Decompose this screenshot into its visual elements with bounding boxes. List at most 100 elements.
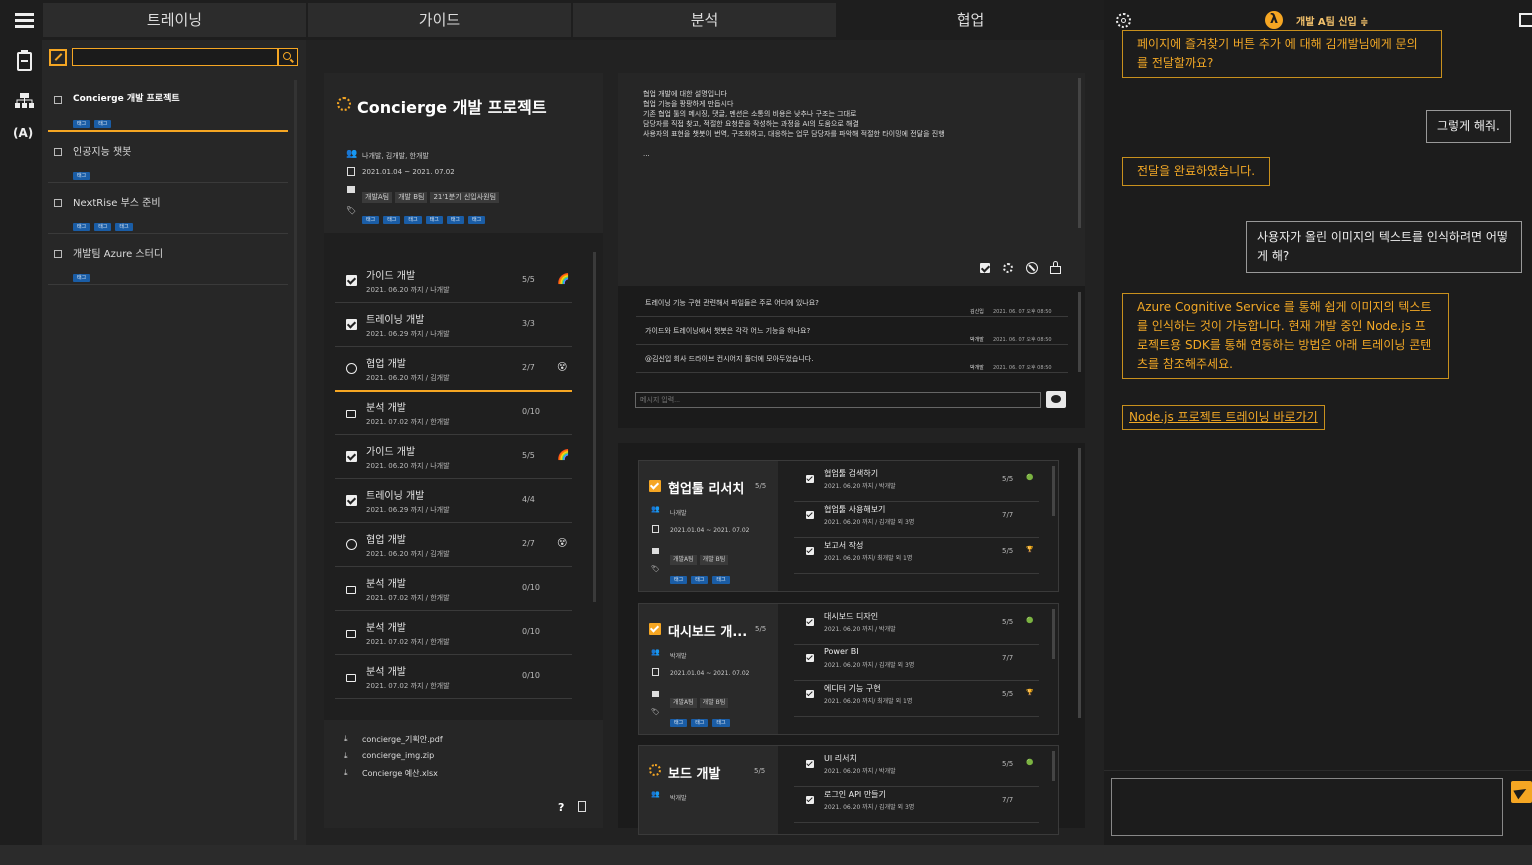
tab-training[interactable]: 트레이닝	[43, 3, 306, 37]
checkbox-checked-icon[interactable]	[346, 495, 357, 506]
send-comment-button[interactable]	[1046, 391, 1066, 408]
subproject-task-row[interactable]: 로그인 API 만들기 2021. 06.20 까지 / 김개발 외 3명 7/7	[794, 786, 1039, 822]
project-item[interactable]: 개발팀 Azure 스터디 태그	[48, 243, 288, 287]
settings-icon[interactable]	[1116, 13, 1131, 28]
description-line	[643, 139, 945, 149]
divider	[48, 130, 288, 132]
hamburger-icon[interactable]	[15, 13, 34, 28]
task-row[interactable]: 분석 개발 2021. 07.02 까지 / 한개발 0/10	[335, 610, 572, 654]
task-row[interactable]: 협업 개발 2021. 06.20 까지 / 김개발 2/7 😵	[335, 522, 572, 566]
subproject-task-row[interactable]: 협업툴 검색하기 2021. 06.20 까지 / 박개발 5/5 🟢	[794, 465, 1039, 501]
tab-collaboration[interactable]: 협업	[838, 3, 1103, 37]
tag-badge: 태그	[94, 120, 112, 128]
task-count: 0/10	[522, 407, 540, 416]
team-tags: 개발A팀 개발 B팀 21'1분기 신입사원팀	[362, 184, 502, 203]
task-row[interactable]: 분석 개발 2021. 07.02 까지 / 한개발 0/10	[335, 566, 572, 610]
tag-badge: 태그	[670, 576, 688, 584]
subproject-task-row[interactable]: 에디터 기능 구현 2021. 06.20 까지/ 최개발 외 1명 5/5 🏆	[794, 680, 1039, 716]
logout-icon[interactable]	[1519, 13, 1532, 27]
comments-scroll[interactable]	[1078, 292, 1081, 372]
subproject-task-row[interactable]: Power BI 2021. 06.20 까지 / 김개발 외 3명 7/7	[794, 644, 1039, 680]
divider	[48, 233, 288, 234]
help-button[interactable]: ?	[558, 801, 564, 814]
checkbox-checked-icon[interactable]	[649, 623, 661, 635]
task-row[interactable]: 분석 개발 2021. 07.02 까지 / 한개발 0/10	[335, 390, 572, 434]
task-list-scroll[interactable]	[593, 252, 596, 602]
project-item[interactable]: Concierge 개발 프로젝트 태그 태그	[48, 89, 288, 133]
progress-icon[interactable]	[1003, 263, 1013, 273]
comment-input[interactable]	[635, 392, 1041, 408]
training-link[interactable]: Node.js 프로젝트 트레이닝 바로가기	[1122, 405, 1325, 430]
complete-icon[interactable]	[980, 263, 990, 273]
tab-guide[interactable]: 가이드	[308, 3, 571, 37]
task-title: 트레이닝 개발	[366, 315, 425, 326]
checkbox-checked-icon[interactable]	[346, 451, 357, 462]
subproject-task-scroll[interactable]	[1052, 466, 1055, 516]
task-count: 5/5	[1002, 618, 1014, 626]
search-button[interactable]	[278, 48, 298, 66]
tag-badge: 태그	[691, 576, 709, 584]
project-item[interactable]: NextRise 부스 준비 태그 태그 태그	[48, 192, 288, 236]
task-count: 7/7	[1002, 796, 1014, 804]
task-row[interactable]: 트레이닝 개발 2021. 06.29 까지 / 나개발 4/4	[335, 478, 572, 522]
subproject-count: 5/5	[754, 767, 766, 775]
subproject-count: 5/5	[755, 482, 767, 490]
tab-analysis[interactable]: 분석	[573, 3, 836, 37]
task-row[interactable]: 분석 개발 2021. 07.02 까지 / 한개발 0/10	[335, 654, 572, 698]
team-badge: 개발 B팀	[699, 555, 729, 565]
task-title: 에디터 기능 구현	[824, 684, 881, 693]
task-row[interactable]: 가이드 개발 2021. 06.20 까지 / 나개발 5/5 🌈	[335, 258, 572, 302]
divider	[794, 716, 1039, 717]
status-emoji: 😵	[557, 538, 568, 549]
checkbox-checked-icon[interactable]	[806, 796, 814, 804]
subproject-task-scroll[interactable]	[1052, 751, 1055, 781]
clipboard-icon[interactable]	[17, 50, 32, 71]
play-circle-icon	[346, 539, 357, 550]
subproject-task-scroll[interactable]	[1052, 609, 1055, 659]
checkbox-checked-icon[interactable]	[806, 475, 814, 483]
description-scroll[interactable]	[1078, 78, 1081, 228]
project-list-scroll[interactable]	[294, 80, 297, 840]
description-line: ...	[643, 150, 650, 158]
checkbox-checked-icon[interactable]	[806, 618, 814, 626]
chat-input[interactable]	[1111, 778, 1503, 836]
task-row[interactable]: 가이드 개발 2021. 06.20 까지 / 나개발 5/5 🌈	[335, 434, 572, 478]
task-row[interactable]: 협업 개발 2021. 06.20 까지 / 김개발 2/7 😵	[335, 346, 572, 390]
broadcast-icon[interactable]: (A)	[13, 126, 35, 142]
team-tags: 개발A팀 개발 B팀	[670, 689, 731, 708]
block-icon[interactable]	[1026, 262, 1038, 274]
task-title: 보고서 작성	[824, 541, 864, 550]
team-selector[interactable]: 개발 A팀 신입 ≑	[1296, 13, 1369, 28]
new-project-icon[interactable]	[49, 49, 67, 66]
description-text: 협업 개발에 대한 설명입니다 협업 기능을 팡팡하게 만듭시다 기존 협업 툴의 …	[643, 89, 945, 159]
search-input[interactable]	[72, 48, 278, 66]
project-item[interactable]: 인공지능 챗봇 태그	[48, 141, 288, 185]
checkbox-checked-icon[interactable]	[806, 547, 814, 555]
subproject-task-row[interactable]: 보고서 작성 2021. 06.20 까지/ 최개발 외 1명 5/5 🏆	[794, 537, 1039, 573]
file-name: concierge_기획안.pdf	[362, 735, 443, 744]
subproject-task-row[interactable]: 대시보드 디자인 2021. 06.20 까지 / 박개발 5/5 🟢	[794, 608, 1039, 644]
checkbox-checked-icon[interactable]	[806, 511, 814, 519]
document-icon[interactable]	[578, 801, 586, 812]
tag-badge: 태그	[362, 216, 380, 224]
task-count: 5/5	[522, 275, 535, 284]
lock-icon[interactable]	[1050, 261, 1061, 274]
task-count: 0/10	[522, 627, 540, 636]
org-chart-icon[interactable]	[15, 93, 34, 109]
subproject-task-row[interactable]: 협업툴 사용해보기 2021. 06.20 까지 / 김개발 외 3명 7/7	[794, 501, 1039, 537]
bot-message: Azure Cognitive Service 를 통해 쉽게 이미지의 텍스트…	[1122, 293, 1449, 379]
checkbox-checked-icon[interactable]	[806, 690, 814, 698]
checkbox-checked-icon[interactable]	[806, 654, 814, 662]
send-button[interactable]	[1511, 781, 1532, 803]
calendar-icon	[54, 148, 62, 156]
checkbox-checked-icon[interactable]	[346, 319, 357, 330]
checkbox-checked-icon[interactable]	[649, 480, 661, 492]
checkbox-checked-icon[interactable]	[806, 760, 814, 768]
calendar-icon	[652, 525, 659, 533]
subproject-scroll[interactable]	[1078, 448, 1081, 718]
checkbox-checked-icon[interactable]	[346, 275, 357, 286]
task-count: 7/7	[1002, 511, 1014, 519]
subproject-task-row[interactable]: UI 리서치 2021. 06.20 까지 / 박개발 5/5 🟢	[794, 750, 1039, 786]
task-row[interactable]: 트레이닝 개발 2021. 06.29 까지 / 나개발 3/3	[335, 302, 572, 346]
task-date: 2021. 06.20 까지 / 박개발	[824, 626, 896, 633]
